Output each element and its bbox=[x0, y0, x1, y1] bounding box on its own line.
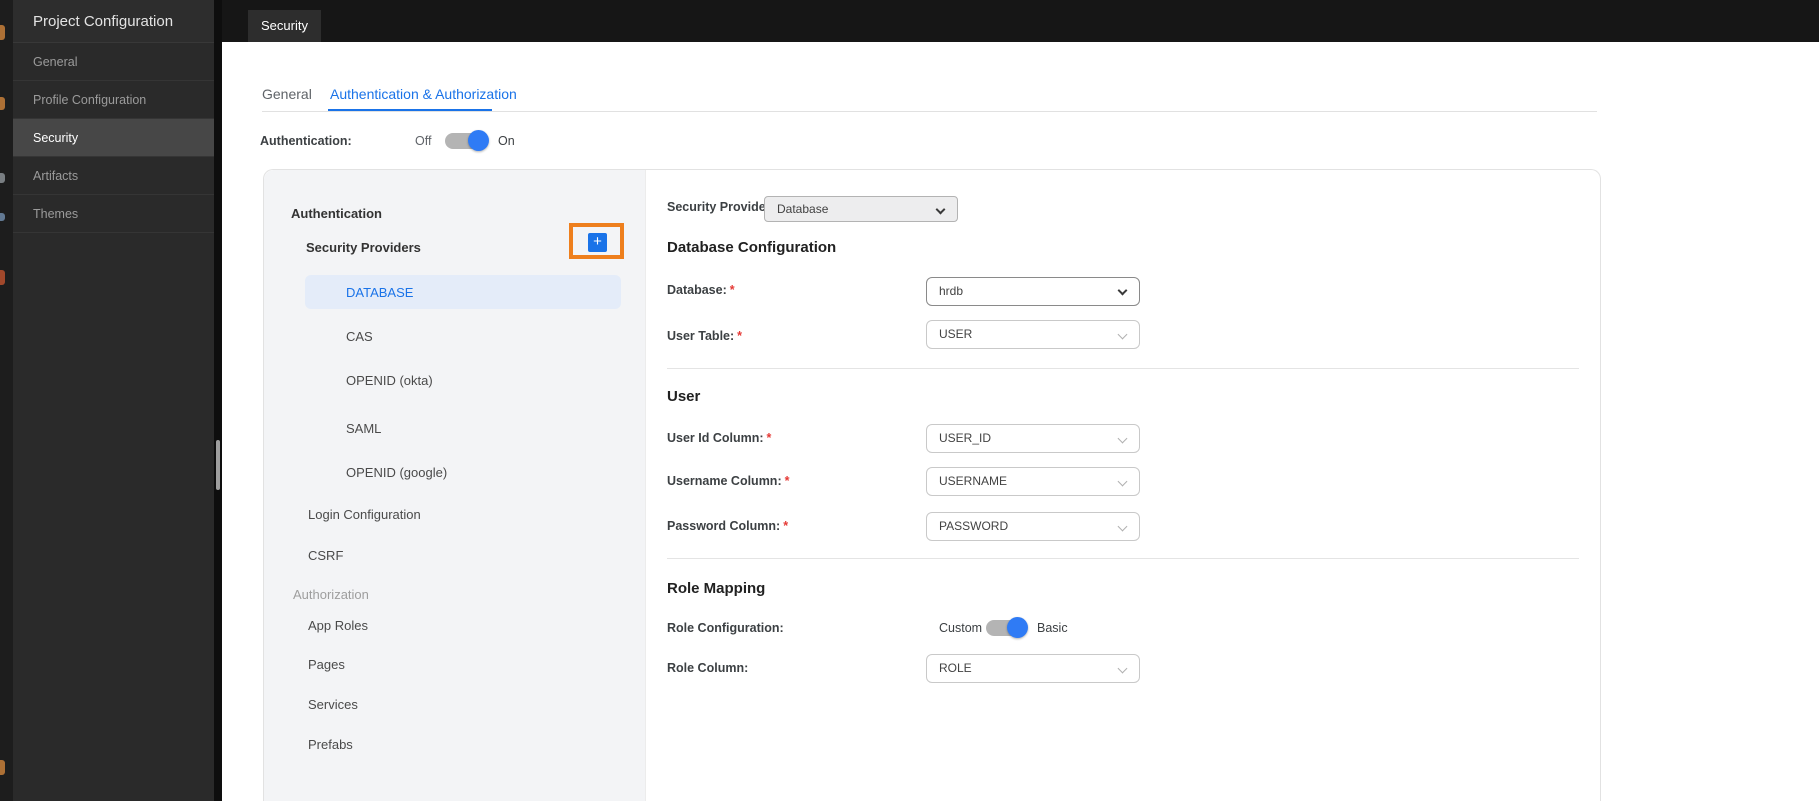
chevron-down-icon bbox=[1117, 433, 1128, 444]
required-asterisk: * bbox=[766, 431, 772, 445]
authentication-switch[interactable] bbox=[445, 130, 489, 151]
user-id-column-value: USER_ID bbox=[939, 431, 992, 445]
project-configuration-sidebar: Project Configuration General Profile Co… bbox=[13, 0, 214, 801]
sidebar-item-profile-configuration[interactable]: Profile Configuration bbox=[13, 81, 214, 119]
switch-knob bbox=[468, 130, 489, 151]
nav-item-pages[interactable]: Pages bbox=[308, 657, 345, 672]
rail-clipped-icon bbox=[0, 25, 5, 40]
rail-clipped-icon bbox=[0, 97, 5, 110]
nav-item-cas[interactable]: CAS bbox=[346, 329, 373, 344]
role-custom-label: Custom bbox=[939, 621, 983, 635]
sidebar-item-general[interactable]: General bbox=[13, 43, 214, 81]
username-column-label: Username Column: * bbox=[667, 474, 790, 488]
role-configuration-label: Role Configuration: bbox=[667, 621, 784, 635]
main-content: General Authentication & Authorization A… bbox=[222, 42, 1819, 801]
chevron-down-icon bbox=[935, 204, 946, 215]
sidebar-item-artifacts[interactable]: Artifacts bbox=[13, 157, 214, 195]
top-bar: Security bbox=[222, 0, 1819, 42]
password-column-select[interactable]: PASSWORD bbox=[926, 512, 1140, 541]
nav-item-saml[interactable]: SAML bbox=[346, 421, 381, 436]
switch-knob bbox=[1007, 617, 1028, 638]
role-column-value: ROLE bbox=[939, 661, 972, 675]
role-column-select[interactable]: ROLE bbox=[926, 654, 1140, 683]
toggle-off-label: Off bbox=[415, 134, 432, 148]
chevron-down-icon bbox=[1117, 285, 1128, 296]
user-table-select[interactable]: USER bbox=[926, 320, 1140, 349]
left-icon-rail bbox=[0, 0, 13, 801]
required-asterisk: * bbox=[729, 283, 735, 297]
user-id-column-label: User Id Column: * bbox=[667, 431, 772, 445]
required-asterisk: * bbox=[784, 474, 790, 488]
security-provider-value: Database bbox=[777, 202, 829, 216]
nav-section-authentication: Authentication bbox=[291, 206, 382, 221]
rail-clipped-icon bbox=[0, 173, 5, 183]
sidebar-title: Project Configuration bbox=[13, 0, 214, 43]
security-window-tab[interactable]: Security bbox=[248, 10, 321, 42]
nav-item-services[interactable]: Services bbox=[308, 697, 358, 712]
authentication-toggle-label: Authentication: bbox=[260, 134, 352, 148]
user-table-label: User Table: * bbox=[667, 329, 743, 343]
password-column-value: PASSWORD bbox=[939, 519, 1009, 533]
user-heading: User bbox=[667, 388, 701, 405]
rail-clipped-icon bbox=[0, 760, 5, 775]
nav-section-authorization: Authorization bbox=[293, 587, 369, 602]
database-value: hrdb bbox=[939, 284, 964, 298]
password-column-label: Password Column: * bbox=[667, 519, 789, 533]
security-provider-select[interactable]: Database bbox=[764, 196, 958, 222]
nav-item-prefabs[interactable]: Prefabs bbox=[308, 737, 353, 752]
nav-item-app-roles[interactable]: App Roles bbox=[308, 618, 368, 633]
nav-item-csrf[interactable]: CSRF bbox=[308, 548, 343, 563]
nav-item-database[interactable]: DATABASE bbox=[346, 285, 413, 300]
rail-clipped-icon bbox=[0, 270, 5, 285]
tab-authentication-authorization[interactable]: Authentication & Authorization bbox=[330, 86, 517, 102]
database-configuration-heading: Database Configuration bbox=[667, 239, 837, 256]
user-table-value: USER bbox=[939, 327, 973, 341]
tab-general[interactable]: General bbox=[262, 86, 312, 102]
username-column-select[interactable]: USERNAME bbox=[926, 467, 1140, 496]
chevron-down-icon bbox=[1117, 329, 1128, 340]
section-divider bbox=[667, 558, 1579, 559]
nav-item-openid-okta[interactable]: OPENID (okta) bbox=[346, 373, 433, 388]
sidebar-item-security[interactable]: Security bbox=[13, 119, 214, 157]
tabs-divider-line bbox=[262, 111, 1597, 112]
chevron-down-icon bbox=[1117, 476, 1128, 487]
authentication-nav-panel: Authentication Security Providers DATABA… bbox=[264, 170, 646, 801]
user-id-column-select[interactable]: USER_ID bbox=[926, 424, 1140, 453]
toggle-on-label: On bbox=[498, 134, 515, 148]
sidebar-scrollbar-thumb[interactable] bbox=[216, 440, 220, 490]
nav-item-openid-google[interactable]: OPENID (google) bbox=[346, 465, 447, 480]
role-configuration-switch[interactable] bbox=[986, 617, 1028, 638]
nav-item-login-configuration[interactable]: Login Configuration bbox=[308, 507, 421, 522]
nav-security-providers-header: Security Providers bbox=[306, 240, 421, 255]
add-security-provider-button[interactable]: + bbox=[588, 233, 607, 252]
chevron-down-icon bbox=[1117, 663, 1128, 674]
sidebar-item-themes[interactable]: Themes bbox=[13, 195, 214, 233]
role-basic-label: Basic bbox=[1037, 621, 1068, 635]
role-column-label: Role Column: bbox=[667, 661, 749, 675]
rail-clipped-icon bbox=[0, 213, 5, 221]
role-mapping-heading: Role Mapping bbox=[667, 580, 766, 597]
database-label: Database: * bbox=[667, 283, 735, 297]
section-divider bbox=[667, 368, 1579, 369]
security-settings-panel: Authentication Security Providers DATABA… bbox=[263, 169, 1601, 801]
security-provider-label: Security Provider bbox=[667, 200, 771, 214]
required-asterisk: * bbox=[783, 519, 789, 533]
sidebar-gap-strip bbox=[214, 0, 222, 801]
username-column-value: USERNAME bbox=[939, 474, 1008, 488]
chevron-down-icon bbox=[1117, 521, 1128, 532]
required-asterisk: * bbox=[737, 329, 743, 343]
database-select[interactable]: hrdb bbox=[926, 277, 1140, 306]
